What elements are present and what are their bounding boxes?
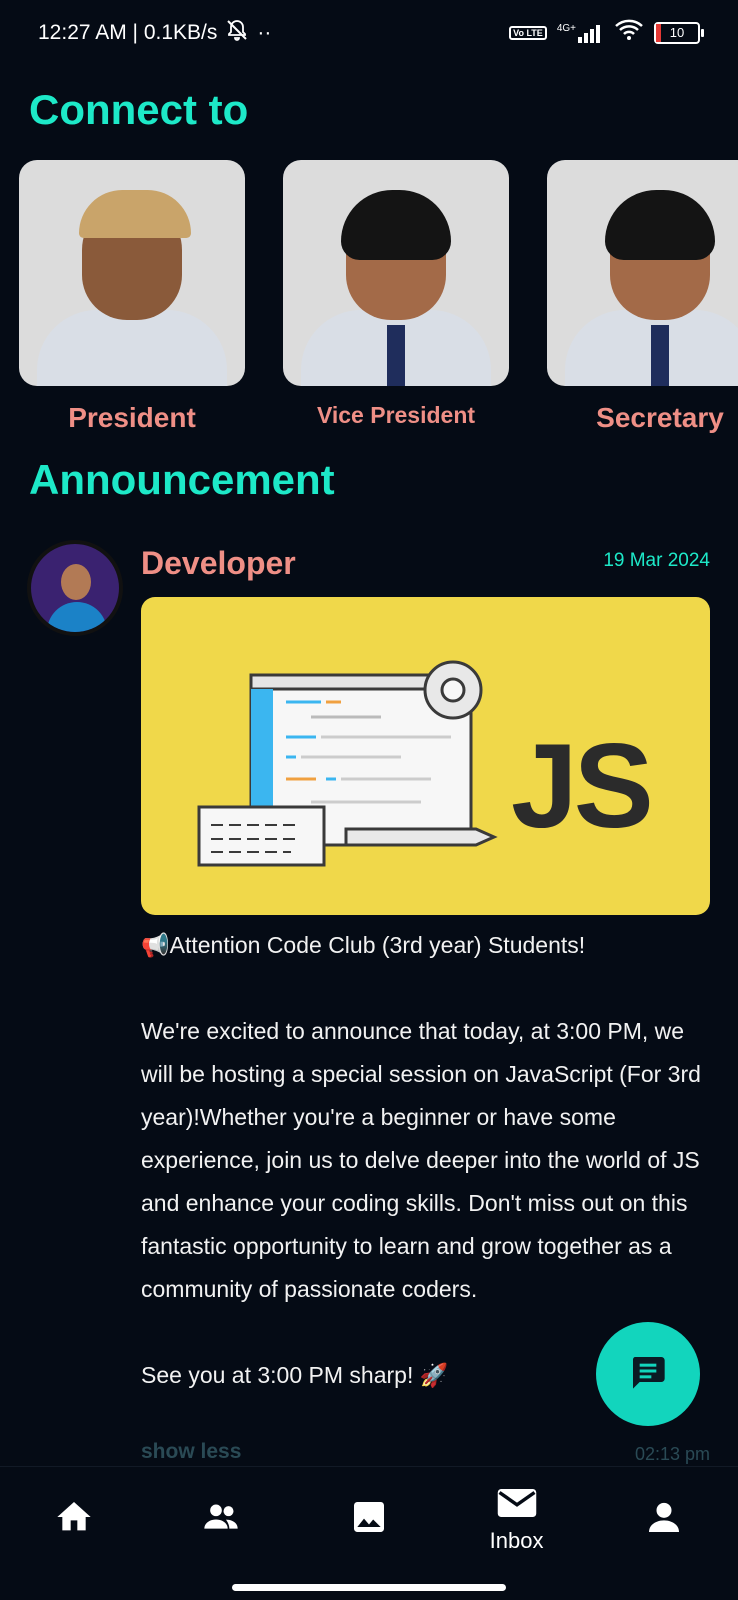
post-body: 📢Attention Code Club (3rd year) Students… — [141, 924, 701, 1397]
leader-card-vice-president[interactable]: Vice President — [283, 160, 509, 429]
bell-muted-icon — [225, 18, 249, 48]
js-logo-text: JS — [511, 719, 654, 853]
post-paragraph: We're excited to announce that today, at… — [141, 1018, 701, 1302]
post-date: 19 Mar 2024 — [603, 550, 710, 571]
announcement-title: Announcement — [29, 456, 335, 503]
nav-inbox-label: Inbox — [489, 1527, 544, 1553]
connect-title: Connect to — [29, 86, 249, 133]
chat-icon — [628, 1352, 668, 1397]
leaders-carousel[interactable]: President Vice President Secretary — [19, 160, 738, 440]
image-icon — [349, 1497, 389, 1542]
mail-icon — [496, 1485, 538, 1526]
post-time: 02:13 pm — [634, 1444, 710, 1464]
nav-profile[interactable] — [604, 1497, 724, 1542]
wifi-icon — [614, 18, 644, 48]
network-type: 4G+ — [556, 23, 576, 34]
volte-icon: Vo LTE — [509, 26, 547, 40]
nav-members[interactable] — [161, 1497, 281, 1542]
avatar[interactable] — [27, 540, 123, 636]
chat-fab-button[interactable] — [596, 1322, 700, 1426]
leader-card-secretary[interactable]: Secretary — [547, 160, 738, 434]
post-headline: 📢Attention Code Club (3rd year) Students… — [141, 932, 586, 958]
vice-president-photo[interactable] — [283, 160, 509, 386]
leader-role-president: President — [68, 402, 196, 433]
nav-gallery[interactable] — [309, 1497, 429, 1542]
leader-role-vice-president: Vice President — [316, 402, 476, 428]
leader-role-secretary: Secretary — [596, 402, 724, 433]
show-less-link[interactable]: show less — [141, 1440, 241, 1464]
bottom-navigation: Inbox — [0, 1466, 738, 1571]
signal-icon: 4G+ — [557, 23, 604, 43]
president-photo[interactable] — [19, 160, 245, 386]
leader-card-president[interactable]: President — [19, 160, 245, 434]
status-bar-right: Vo LTE 4G+ 10 — [509, 18, 704, 48]
status-bar-left: 12:27 AM | 0.1KB/s ·· — [38, 18, 271, 48]
nav-inbox[interactable]: Inbox — [457, 1485, 577, 1554]
status-time: 12:27 AM | 0.1KB/s — [38, 21, 218, 44]
status-dots: ·· — [257, 21, 272, 44]
home-gesture-bar[interactable] — [232, 1584, 506, 1591]
people-icon — [199, 1497, 243, 1542]
nav-home[interactable] — [14, 1497, 134, 1542]
post-author: Developer — [141, 545, 296, 581]
secretary-photo[interactable] — [547, 160, 738, 386]
post-image[interactable]: JS — [141, 597, 710, 915]
home-icon — [54, 1497, 94, 1542]
person-icon — [644, 1497, 684, 1542]
status-bar: 12:27 AM | 0.1KB/s ·· Vo LTE 4G+ 10 — [0, 0, 738, 66]
battery-icon: 10 — [654, 22, 704, 44]
